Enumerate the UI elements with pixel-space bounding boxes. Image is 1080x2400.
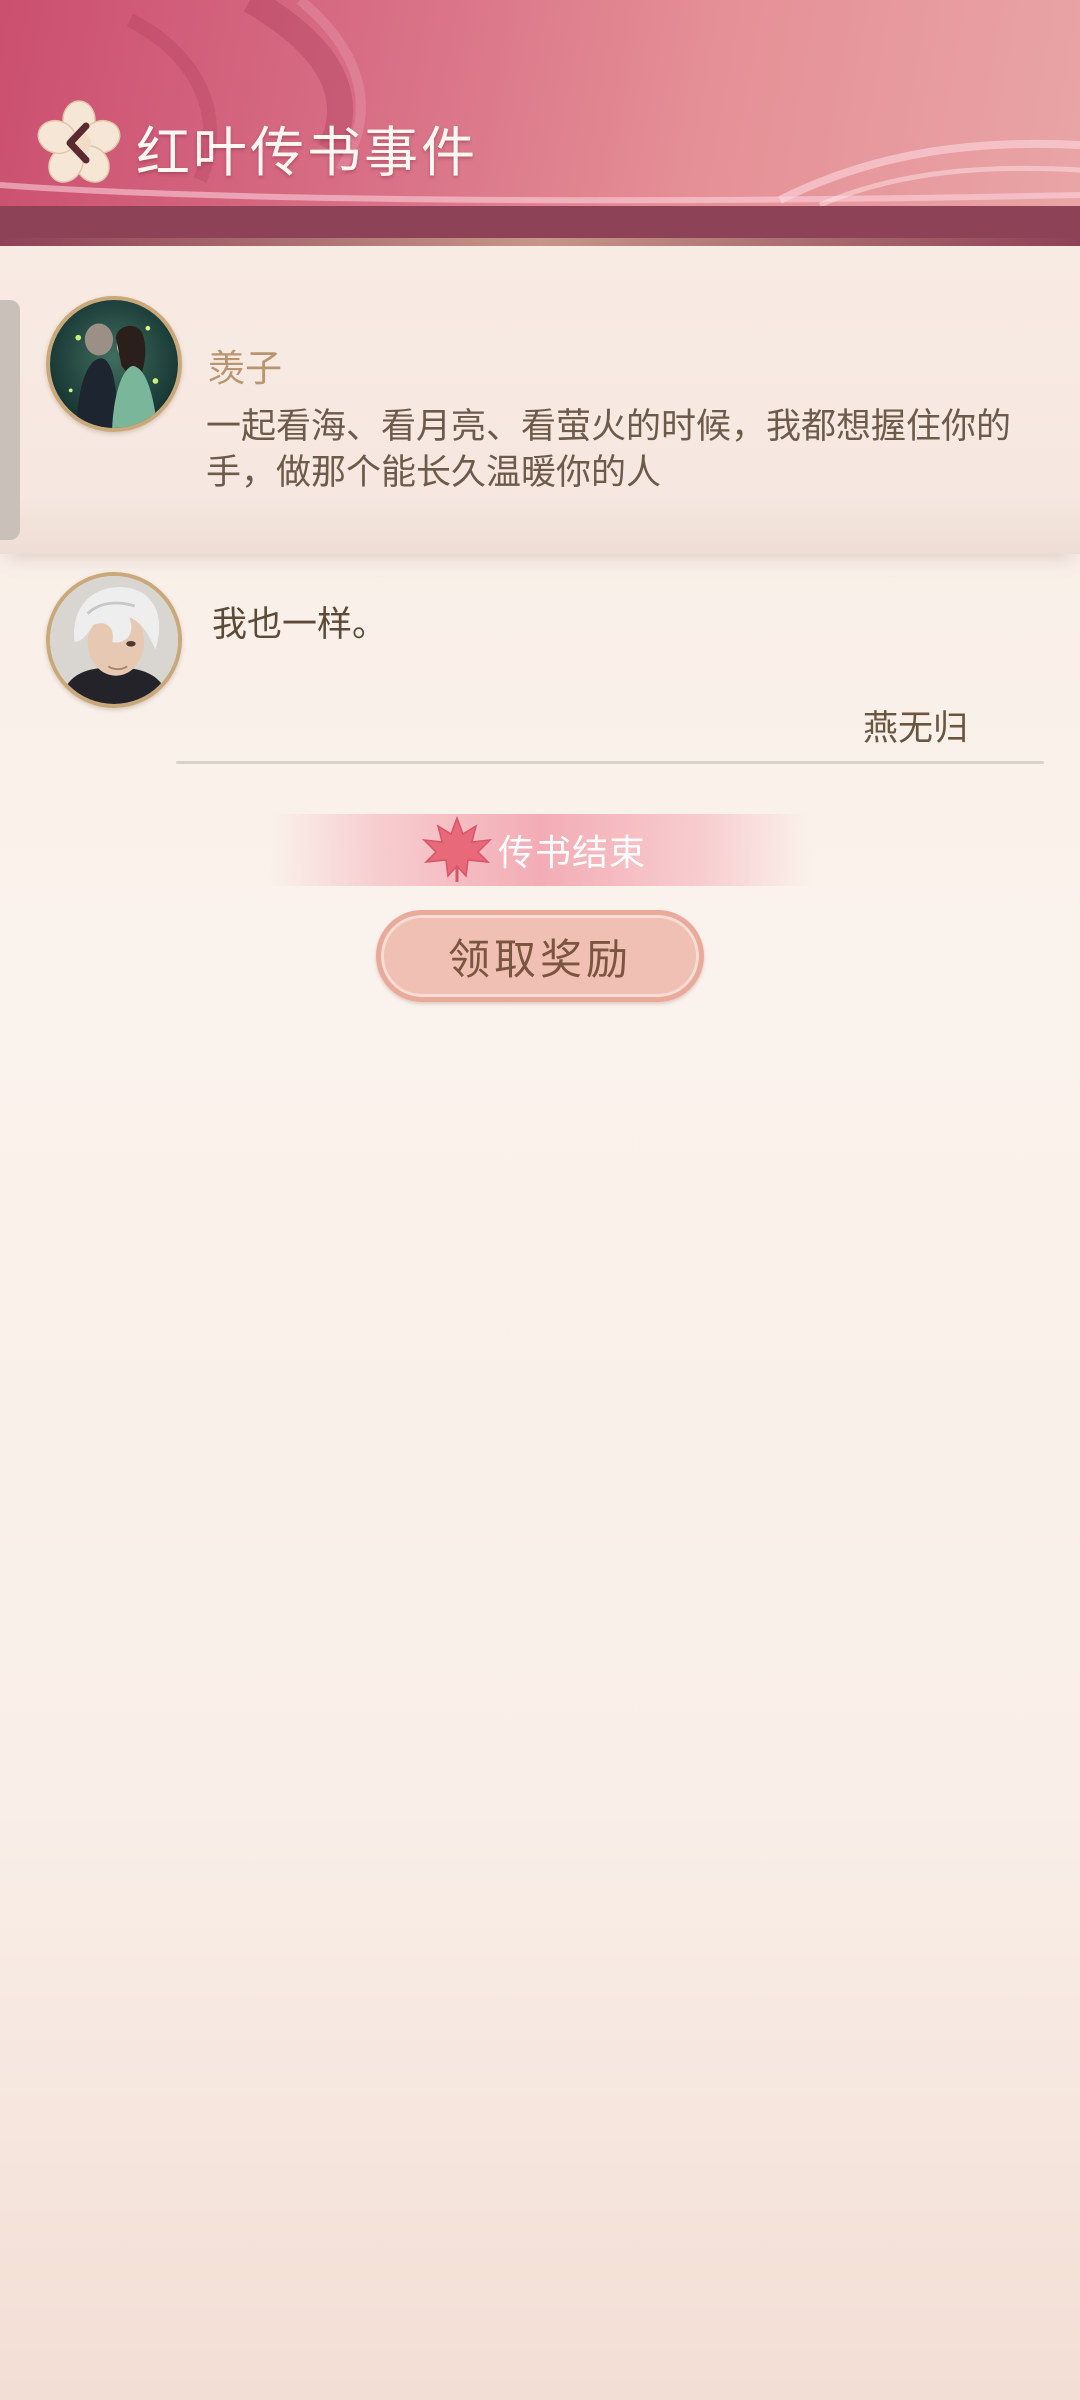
claim-reward-label: 领取奖励 (447, 934, 632, 984)
header-gold-line (0, 238, 1080, 246)
avatar[interactable] (46, 572, 182, 708)
message-text: 一起看海、看月亮、看萤火的时候，我都想握住你的手，做那个能长久温暖你的人 (206, 407, 1012, 493)
sender-name: 羡子 (208, 347, 282, 390)
avatar-white-hair-man-image (50, 576, 178, 704)
divider (176, 761, 1044, 764)
maple-leaf-icon (421, 816, 493, 882)
claim-reward-button[interactable]: 领取奖励 (376, 910, 704, 1002)
chevron-left-icon[interactable] (58, 120, 98, 166)
message-signature: 燕无归 (862, 709, 968, 749)
message-text: 我也一样。 (212, 605, 388, 645)
end-banner-label: 传书结束 (498, 833, 647, 874)
avatar[interactable] (46, 296, 182, 432)
avatar-couple-image (50, 300, 178, 428)
side-drawer-handle[interactable] (0, 300, 20, 540)
page-title: 红叶传书事件 (136, 121, 478, 184)
